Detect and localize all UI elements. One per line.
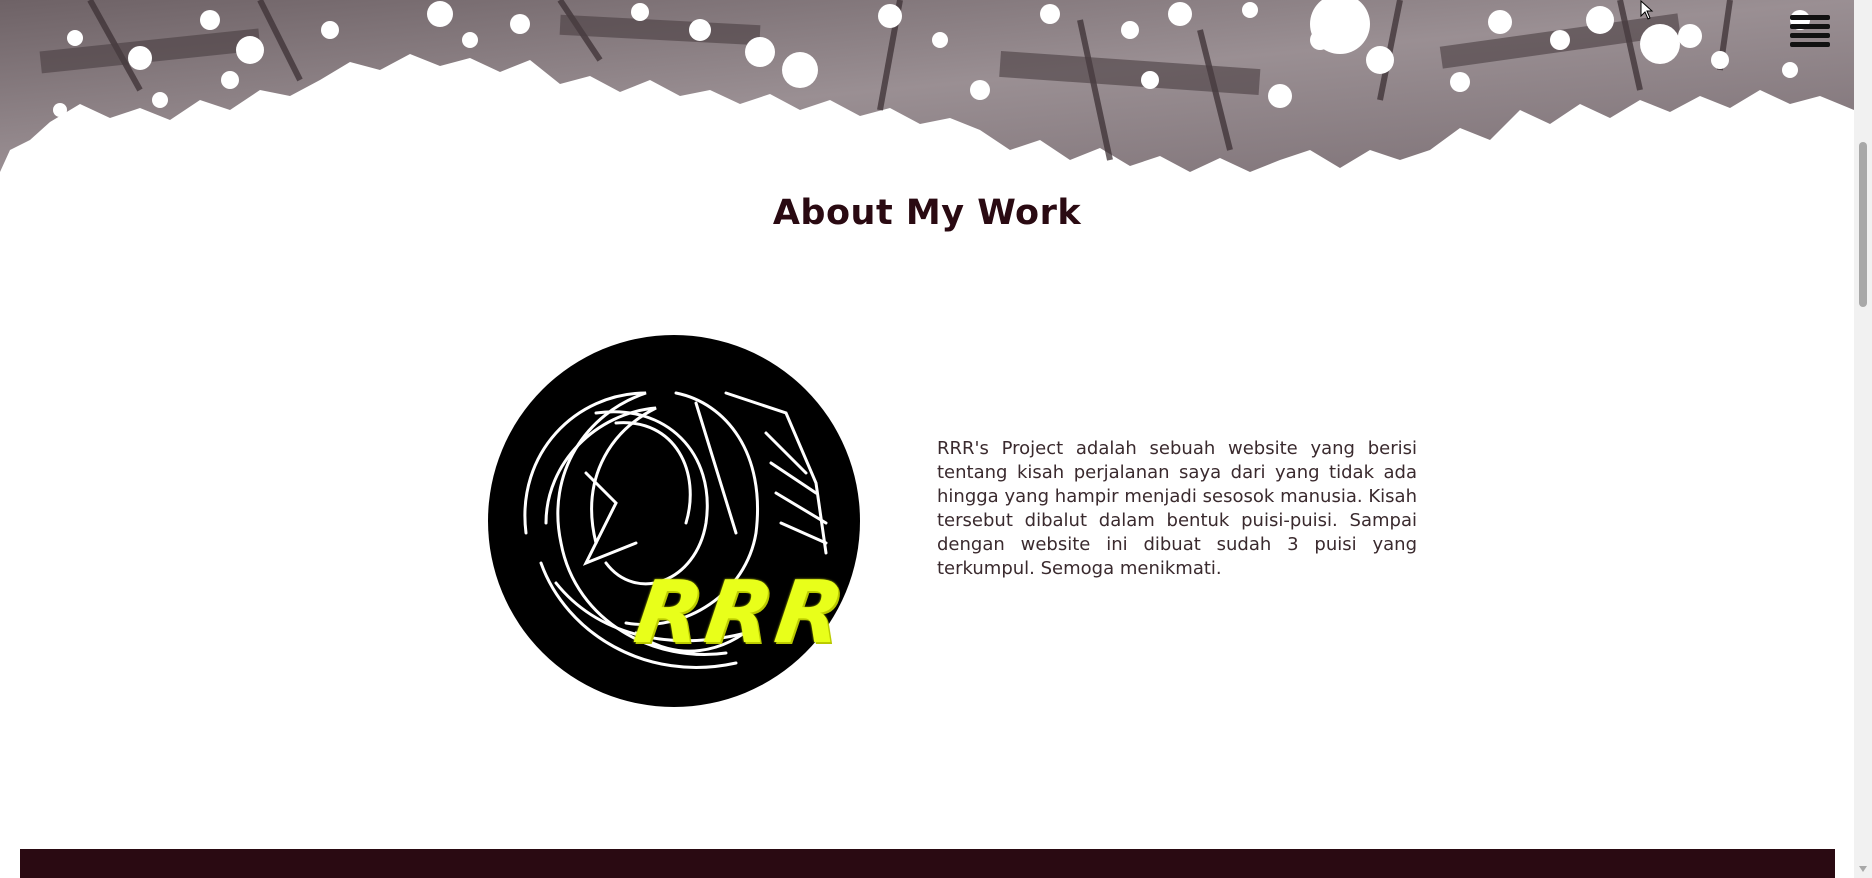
menu-line xyxy=(1790,24,1830,29)
menu-line xyxy=(1790,15,1830,20)
about-description: RRR's Project adalah sebuah website yang… xyxy=(937,438,1417,579)
menu-line xyxy=(1790,33,1830,38)
vertical-scrollbar[interactable] xyxy=(1854,0,1872,878)
menu-line xyxy=(1790,42,1830,47)
mouse-cursor-icon xyxy=(1640,0,1654,20)
scrollbar-thumb[interactable] xyxy=(1859,142,1867,307)
header-banner xyxy=(0,0,1854,172)
logo-text: RRR xyxy=(628,563,854,663)
footer xyxy=(20,849,1835,878)
page-title: About My Work xyxy=(772,193,1082,233)
rrr-logo: RRR xyxy=(486,333,876,713)
chevron-down-icon[interactable] xyxy=(1859,866,1867,872)
hamburger-menu-icon[interactable] xyxy=(1790,12,1830,50)
header-photo xyxy=(0,0,1854,172)
